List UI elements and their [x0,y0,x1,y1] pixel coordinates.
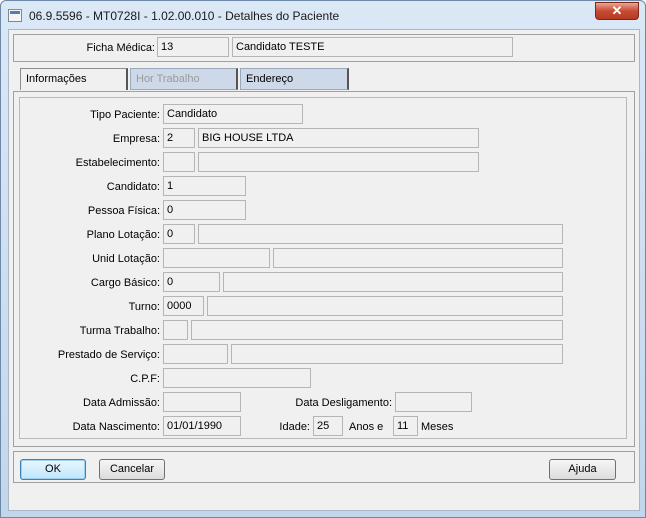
pessoa-fisica-field[interactable]: 0 [163,200,246,220]
ficha-medica-field[interactable]: 13 [157,37,229,57]
pessoa-fisica-label: Pessoa Física: [87,205,160,217]
cargo-basico-code-field[interactable]: 0 [163,272,220,292]
ok-button[interactable]: OK [20,459,86,480]
unid-lotacao-label: Unid Lotação: [92,253,160,265]
dialog-window: 06.9.5596 - MT0728I - 1.02.00.010 - Deta… [0,0,646,518]
plano-lotacao-code-field[interactable]: 0 [163,224,195,244]
turma-trabalho-desc-field[interactable] [191,320,563,340]
patient-name-field[interactable]: Candidato TESTE [232,37,513,57]
idade-label: Idade: [279,421,310,433]
unid-lotacao-code-field[interactable] [163,248,270,268]
empresa-name-field[interactable]: BIG HOUSE LTDA [198,128,479,148]
tipo-paciente-label: Tipo Paciente: [90,109,160,121]
turno-label: Turno: [128,301,160,313]
data-desligamento-field[interactable] [395,392,472,412]
tab-informacoes[interactable]: Informações [20,68,128,90]
meses-label: Meses [421,421,454,433]
cargo-basico-desc-field[interactable] [223,272,563,292]
plano-lotacao-label: Plano Lotação: [86,229,160,241]
data-admissao-label: Data Admissão: [82,397,160,409]
estabelecimento-name-field[interactable] [198,152,479,172]
help-button[interactable]: Ajuda [549,459,616,480]
turno-desc-field[interactable] [207,296,563,316]
empresa-label: Empresa: [112,133,160,145]
turno-code-field[interactable]: 0000 [163,296,204,316]
anos-e-label: Anos e [349,421,384,433]
title-bar[interactable]: 06.9.5596 - MT0728I - 1.02.00.010 - Deta… [1,1,645,29]
data-nascimento-field[interactable]: 01/01/1990 [163,416,241,436]
candidato-field[interactable]: 1 [163,176,246,196]
form-panel [19,97,627,439]
unid-lotacao-desc-field[interactable] [273,248,563,268]
cancel-button[interactable]: Cancelar [99,459,165,480]
cpf-field[interactable] [163,368,311,388]
turma-trabalho-code-field[interactable] [163,320,188,340]
idade-meses-field[interactable]: 11 [393,416,418,436]
empresa-code-field[interactable]: 2 [163,128,195,148]
candidato-label: Candidato: [106,181,160,193]
prestado-servico-label: Prestado de Serviço: [57,349,160,361]
plano-lotacao-desc-field[interactable] [198,224,563,244]
window-title: 06.9.5596 - MT0728I - 1.02.00.010 - Deta… [29,9,340,23]
dialog-client-area: Ficha Médica: 13 Candidato TESTE Informa… [8,29,640,511]
prestado-servico-desc-field[interactable] [231,344,563,364]
turma-trabalho-label: Turma Trabalho: [79,325,160,337]
close-icon[interactable]: ✕ [595,2,639,20]
prestado-servico-code-field[interactable] [163,344,228,364]
data-nascimento-label: Data Nascimento: [72,421,160,433]
data-desligamento-label: Data Desligamento: [295,397,392,409]
tab-hor-trabalho[interactable]: Hor Trabalho [130,68,238,90]
tab-label: Informações [26,73,87,85]
app-window-icon [8,9,22,22]
tab-endereco[interactable]: Endereço [240,68,349,90]
estabelecimento-code-field[interactable] [163,152,195,172]
tipo-paciente-field[interactable]: Candidato [163,104,303,124]
estabelecimento-label: Estabelecimento: [75,157,160,169]
tab-label: Endereço [246,73,294,85]
idade-anos-field[interactable]: 25 [313,416,343,436]
cargo-basico-label: Cargo Básico: [90,277,160,289]
ficha-medica-label: Ficha Médica: [86,42,155,54]
data-admissao-field[interactable] [163,392,241,412]
cpf-label: C.P.F: [130,373,160,385]
tab-label: Hor Trabalho [136,73,200,85]
